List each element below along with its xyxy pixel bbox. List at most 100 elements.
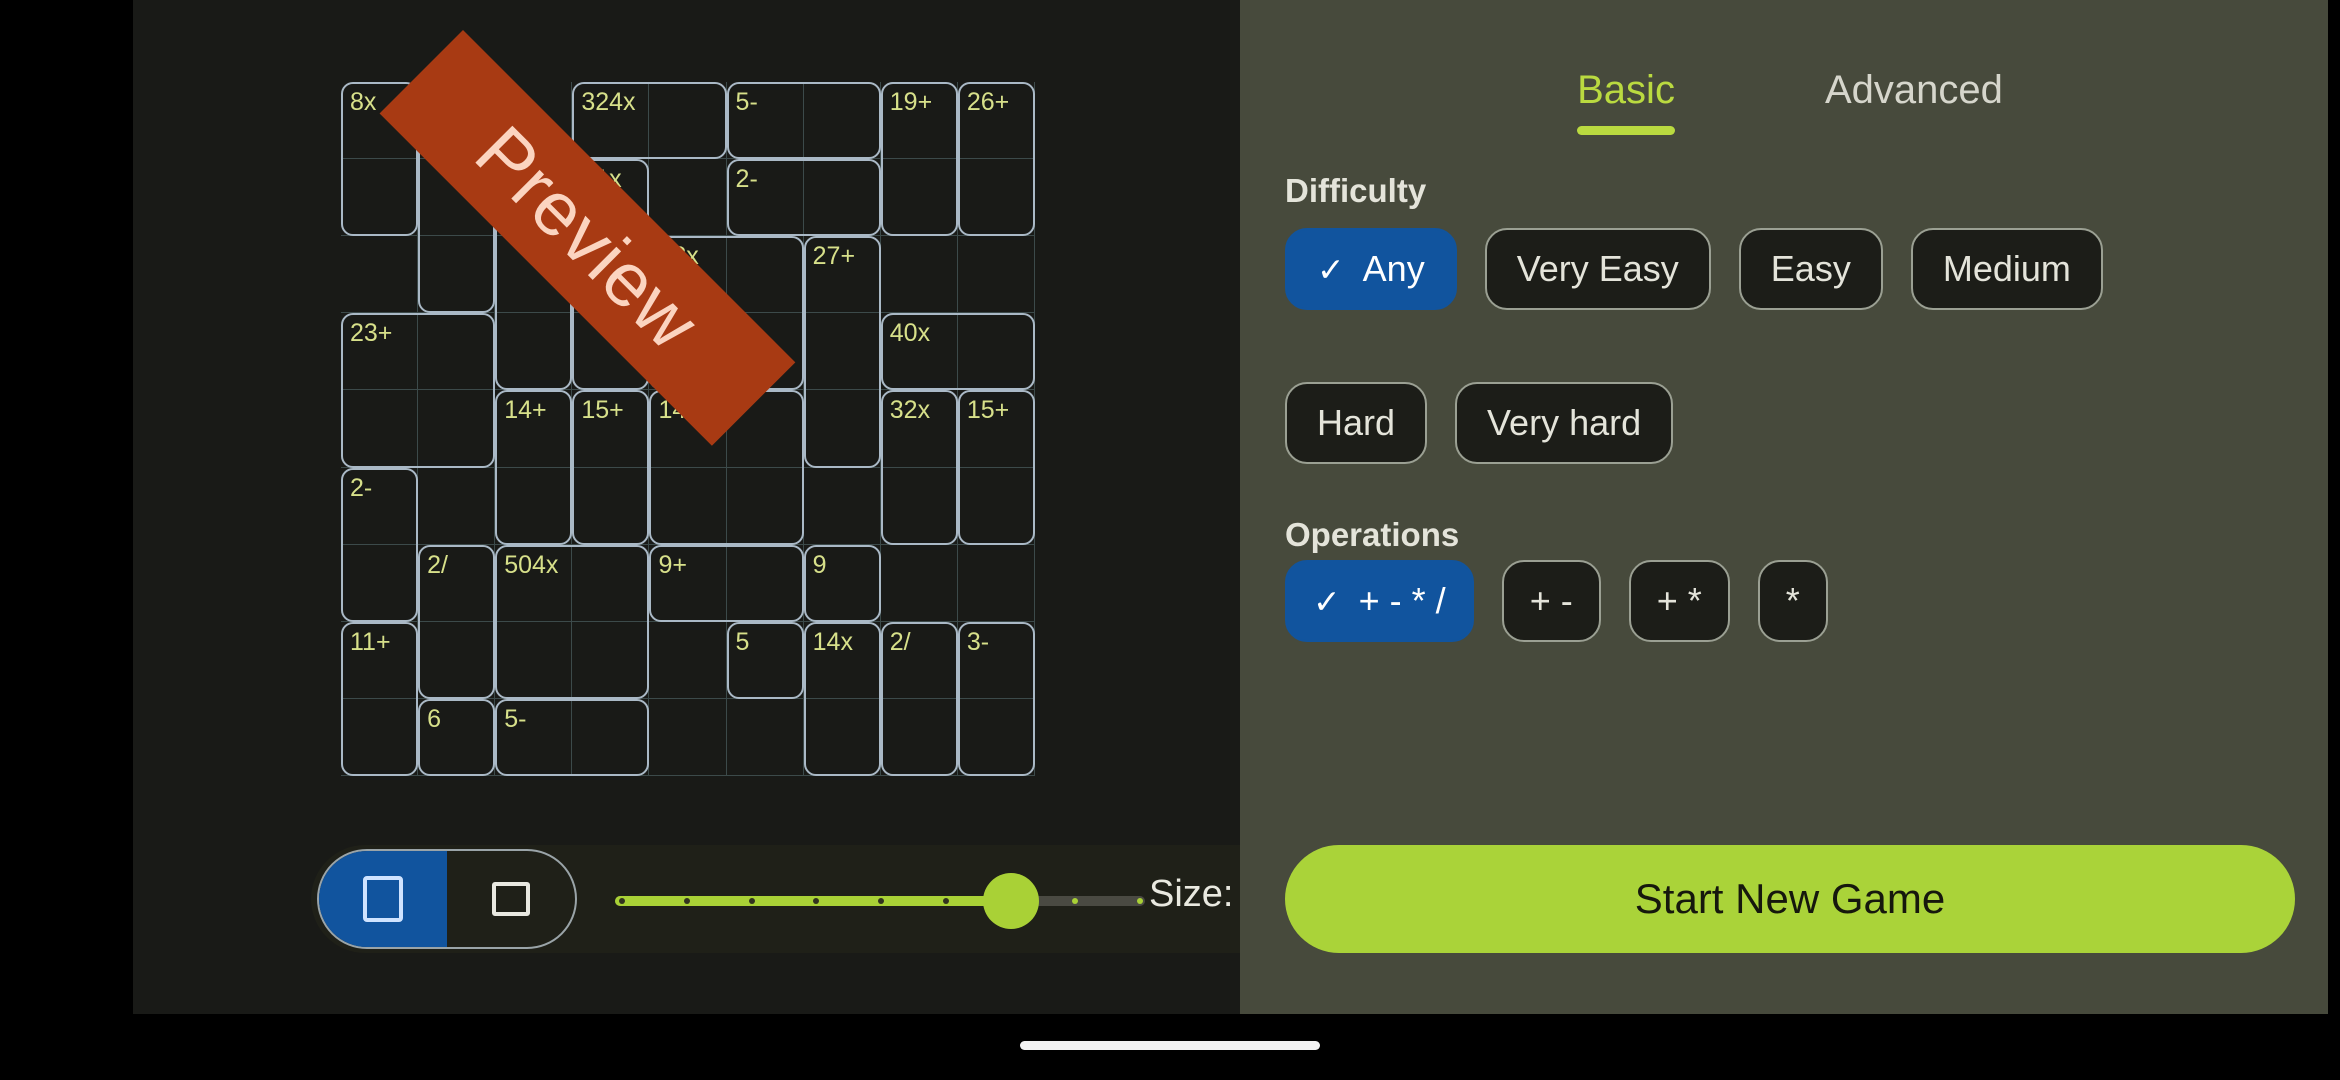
grid-cell[interactable]	[649, 159, 727, 237]
operation-option-[interactable]: + *	[1628, 560, 1730, 642]
size-slider[interactable]	[615, 869, 1145, 929]
grid-cell[interactable]	[957, 159, 1035, 237]
operation-option-[interactable]: + -	[1501, 560, 1601, 642]
cage-label: 8x	[350, 88, 377, 116]
grid-cell[interactable]	[418, 313, 496, 391]
grid-cell[interactable]	[957, 467, 1035, 545]
difficulty-option-label: Very Easy	[1516, 248, 1679, 289]
grid-cell[interactable]	[572, 544, 650, 622]
grid-cell[interactable]	[341, 544, 419, 622]
tab-advanced-label: Advanced	[1824, 68, 2003, 112]
tab-basic[interactable]: Basic	[1577, 68, 1675, 135]
cage-label: 9+	[658, 550, 687, 579]
grid-cell[interactable]	[880, 544, 958, 622]
preview-control-bar: Size: 9	[311, 845, 1240, 953]
grid-cell[interactable]	[957, 698, 1035, 776]
grid-cell[interactable]	[649, 467, 727, 545]
grid-cell[interactable]	[726, 698, 804, 776]
grid-cell[interactable]	[880, 159, 958, 237]
view-mode-option-portrait[interactable]	[319, 851, 447, 947]
grid-cell[interactable]	[803, 390, 881, 468]
difficulty-option-medium[interactable]: Medium	[1910, 228, 2103, 310]
grid-cell[interactable]	[341, 236, 419, 314]
slider-thumb[interactable]	[982, 873, 1039, 929]
puzzle-grid[interactable]: 8x10x12+324x21x5-2-19+26+48x27+23+40x14+…	[341, 30, 1035, 776]
grid-cell[interactable]	[803, 82, 881, 160]
grid-cell[interactable]	[957, 313, 1035, 391]
cage-label: 19+	[889, 88, 933, 116]
cage-label: 9	[812, 550, 827, 579]
cage-label: 26+	[966, 88, 1010, 116]
cage-label: 2/	[427, 550, 448, 579]
home-indicator[interactable]	[1020, 1041, 1320, 1050]
grid-cell[interactable]	[726, 236, 804, 314]
grid-cell[interactable]	[495, 467, 573, 545]
cage-label: 5	[735, 627, 750, 656]
cage-label: 2/	[889, 627, 911, 656]
view-mode-option-landscape[interactable]	[447, 851, 575, 947]
grid-cell[interactable]	[418, 621, 496, 699]
difficulty-option-very-hard[interactable]: Very hard	[1455, 382, 1674, 464]
grid-cell[interactable]	[880, 698, 958, 776]
operation-option-label: + - * /	[1358, 580, 1446, 621]
grid-cell[interactable]	[957, 236, 1035, 314]
difficulty-option-hard[interactable]: Hard	[1285, 382, 1428, 464]
cage-label: 2-	[735, 165, 758, 194]
grid-cell[interactable]	[880, 236, 958, 314]
slider-tick	[619, 898, 625, 904]
cage-label: 6	[427, 704, 442, 733]
landscape-square-icon	[492, 882, 530, 916]
operation-option-label: + -	[1529, 580, 1573, 621]
grid-cell[interactable]	[649, 621, 727, 699]
difficulty-option-easy[interactable]: Easy	[1738, 228, 1883, 310]
difficulty-option-label: Easy	[1770, 248, 1851, 289]
settings-pane: Basic Advanced Difficulty ✓ Any Very Easy E…	[1240, 0, 2340, 1014]
grid-cell[interactable]	[726, 544, 804, 622]
slider-tick	[878, 898, 884, 904]
difficulty-option-very-easy[interactable]: Very Easy	[1484, 228, 1711, 310]
grid-cell[interactable]	[726, 467, 804, 545]
slider-tick	[748, 898, 755, 904]
cage-label: 27+	[812, 242, 856, 271]
grid-cell[interactable]	[418, 467, 496, 545]
grid-cell[interactable]	[341, 698, 419, 776]
operation-option-[interactable]: *	[1757, 560, 1828, 642]
grid-cell[interactable]	[649, 698, 727, 776]
view-mode-toggle[interactable]	[317, 849, 577, 949]
grid-cell[interactable]	[957, 544, 1035, 622]
check-icon: ✓	[1313, 582, 1341, 620]
grid-cell[interactable]	[572, 467, 650, 545]
grid-cell[interactable]	[418, 390, 496, 468]
cage-label: 504x	[504, 550, 559, 579]
operation-option-[interactable]: ✓ + - * /	[1285, 560, 1474, 642]
tab-basic-label: Basic	[1577, 68, 1675, 112]
size-value-label: Size: 9	[1149, 873, 1240, 915]
tab-advanced[interactable]: Advanced	[1825, 68, 2003, 135]
grid-cell[interactable]	[495, 621, 573, 699]
slider-tick	[1137, 898, 1143, 904]
app-root: 8x10x12+324x21x5-2-19+26+48x27+23+40x14+…	[0, 0, 2340, 1080]
grid-cell[interactable]	[803, 467, 881, 545]
difficulty-option-label: Medium	[1942, 248, 2071, 289]
grid-cell[interactable]	[649, 82, 727, 160]
grid-cell[interactable]	[572, 621, 650, 699]
cage-label: 11+	[350, 627, 391, 656]
grid-cell[interactable]	[418, 236, 496, 314]
operation-option-label: + *	[1656, 580, 1702, 621]
grid-cell[interactable]	[495, 313, 573, 391]
grid-cell[interactable]	[341, 390, 419, 468]
kenken-grid[interactable]: 8x10x12+324x21x5-2-19+26+48x27+23+40x14+…	[341, 82, 1035, 776]
grid-cell[interactable]	[880, 467, 958, 545]
start-new-game-button[interactable]: Start New Game	[1285, 845, 2295, 953]
cage-label: 32x	[889, 396, 931, 425]
grid-cell[interactable]	[341, 159, 419, 237]
grid-cell[interactable]	[803, 698, 881, 776]
cage-label: 2-	[350, 473, 373, 502]
grid-cell[interactable]	[803, 159, 881, 237]
cage-label: 23+	[350, 319, 393, 348]
grid-cell[interactable]	[572, 698, 650, 776]
difficulty-section-title: Difficulty	[1285, 172, 1427, 209]
difficulty-option-any[interactable]: ✓ Any	[1285, 228, 1457, 310]
grid-cell[interactable]	[803, 313, 881, 391]
operations-options-row: ✓ + - * / + - + * *	[1285, 560, 1828, 642]
